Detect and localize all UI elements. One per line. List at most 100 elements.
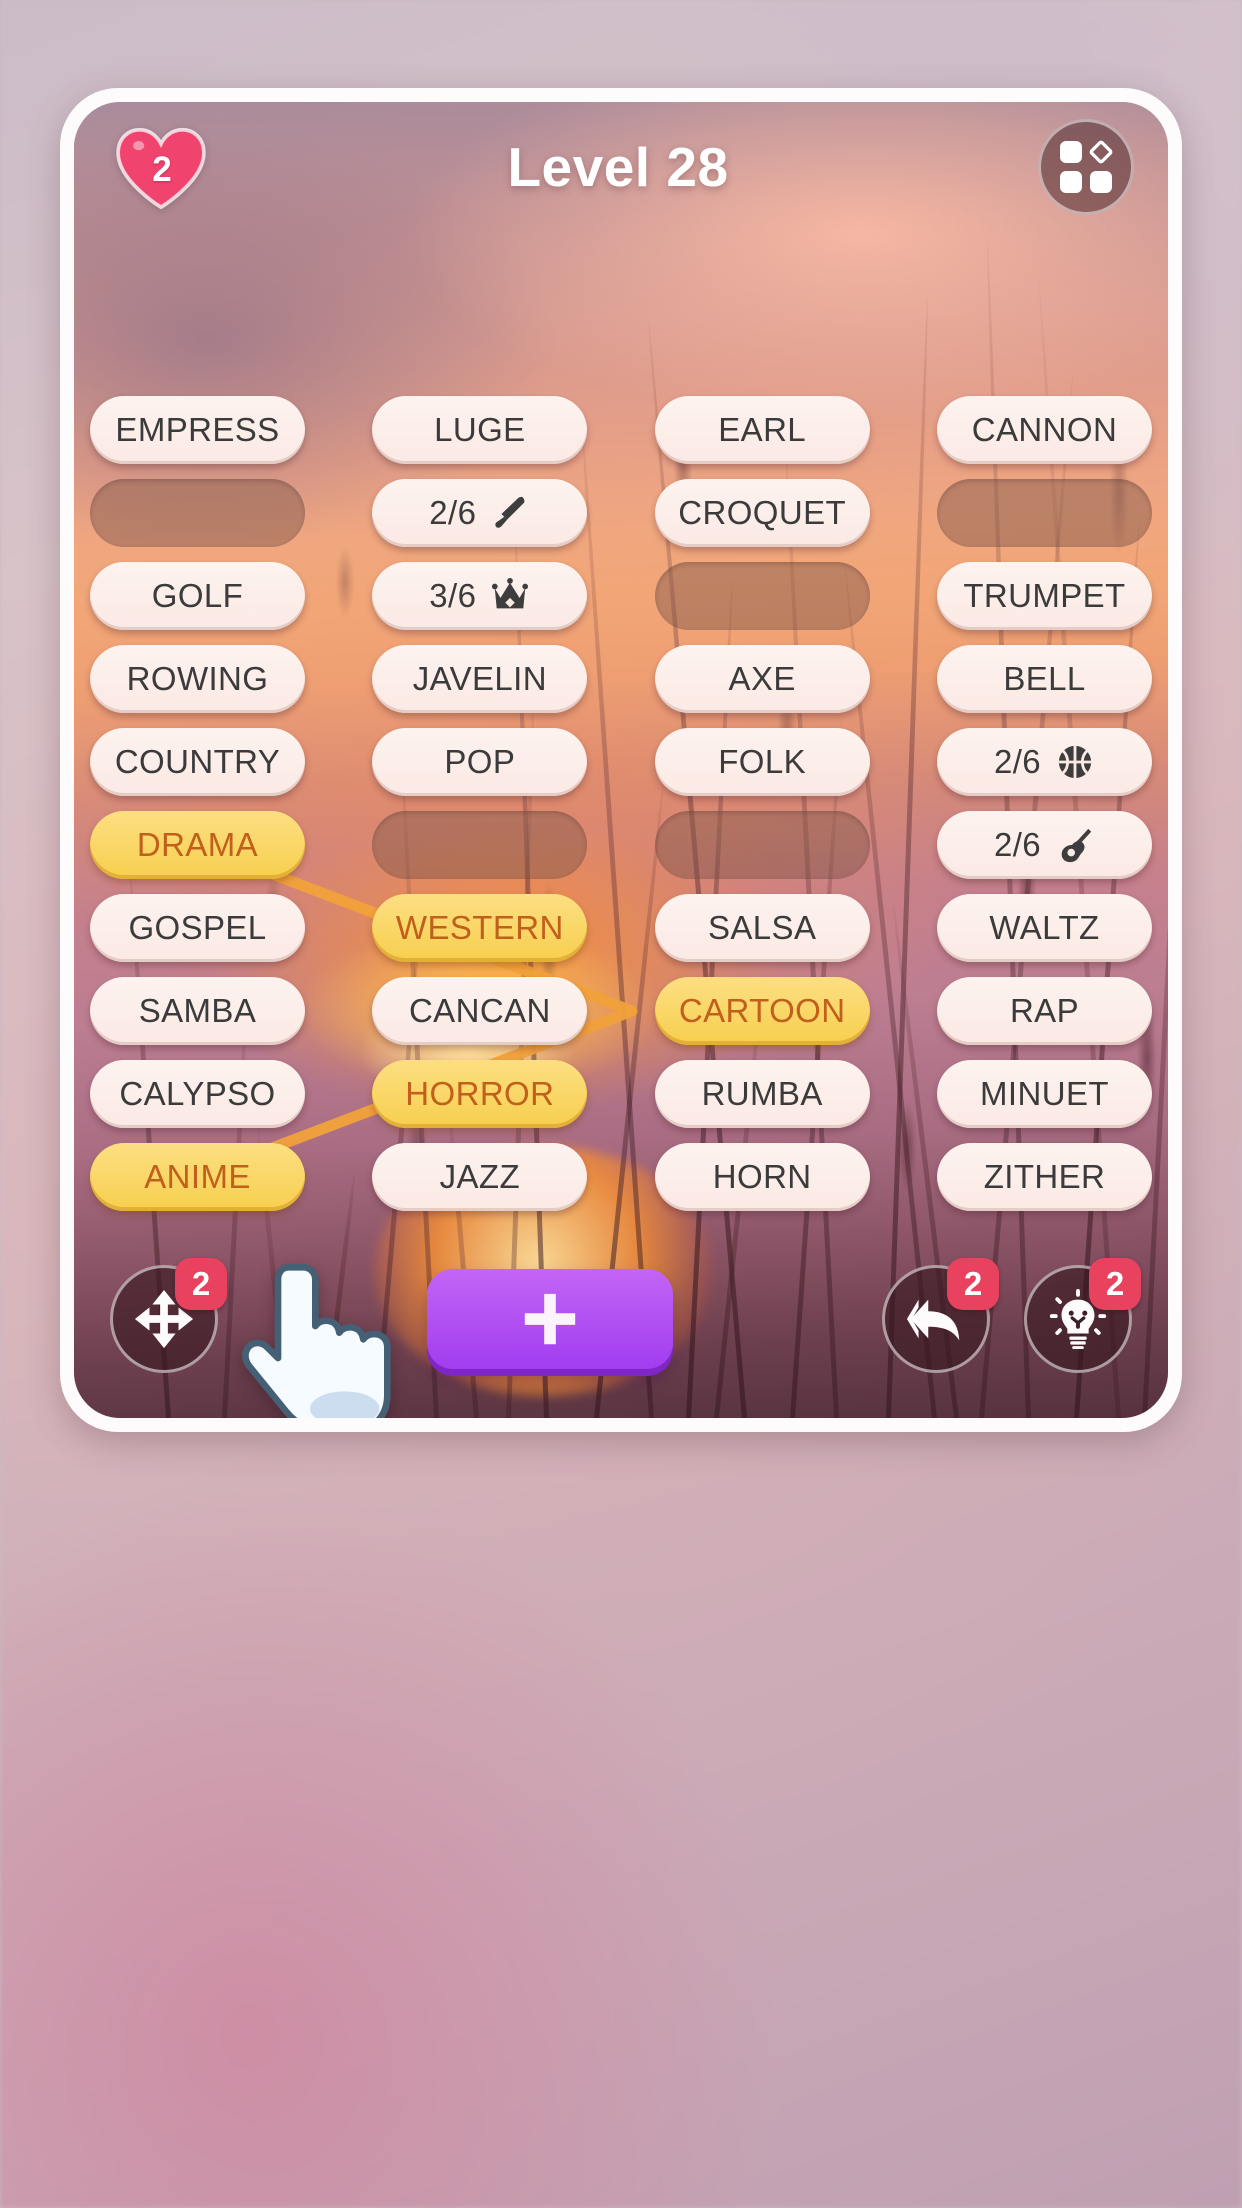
tile-label: WALTZ [989,909,1099,947]
hearts-counter[interactable]: 2 [108,121,216,213]
header-bar: 2 Level 28 [74,102,1168,232]
game-screen: 2 Level 28 EMPRESS LUGE EARL CANNON 2/6 CROQU… [74,102,1168,1418]
tile-label: WESTERN [396,909,564,947]
phone-frame: 2 Level 28 EMPRESS LUGE EARL CANNON 2/6 CROQU… [60,88,1182,1432]
hint-button[interactable]: 2 [1024,1265,1132,1373]
word-tile[interactable]: WALTZ [937,894,1152,962]
plus-icon [519,1288,581,1350]
word-tile[interactable]: GOLF [90,562,305,630]
tile-label: CARTOON [679,992,846,1030]
tile-label: EMPRESS [115,411,279,449]
tile-label: JAVELIN [413,660,547,698]
tile-label: RUMBA [702,1075,823,1113]
tile-label: CANCAN [409,992,551,1030]
hearts-count-label: 2 [152,150,171,190]
progress-count-label: 3/6 [429,577,476,615]
word-tile[interactable]: GOSPEL [90,894,305,962]
empty-slot-tile [372,811,587,879]
word-tile[interactable]: COUNTRY [90,728,305,796]
word-tile[interactable]: SAMBA [90,977,305,1045]
tile-row: 2/6 CROQUET [82,479,1160,547]
shuffle-badge: 2 [175,1258,227,1310]
toolbar-right-group: 2 2 [882,1265,1132,1373]
progress-count-label: 2/6 [994,743,1041,781]
word-tile[interactable]: WESTERN [372,894,587,962]
progress-tile[interactable]: 3/6 [372,562,587,630]
undo-button[interactable]: 2 [882,1265,990,1373]
word-tile[interactable]: EMPRESS [90,396,305,464]
word-tile[interactable]: TRUMPET [937,562,1152,630]
word-tile[interactable]: AXE [655,645,870,713]
word-tile[interactable]: HORROR [372,1060,587,1128]
word-tile[interactable]: JAVELIN [372,645,587,713]
word-tile[interactable]: MINUET [937,1060,1152,1128]
tile-row: DRAMA 2/6 [82,811,1160,879]
word-tile[interactable]: BELL [937,645,1152,713]
word-tile[interactable]: CROQUET [655,479,870,547]
empty-slot-tile [90,479,305,547]
tile-label: JAZZ [440,1158,520,1196]
menu-button[interactable] [1038,119,1134,215]
tile-label: RAP [1010,992,1079,1030]
undo-badge: 2 [947,1258,999,1310]
tile-label: AXE [729,660,796,698]
word-tile[interactable]: POP [372,728,587,796]
progress-tile[interactable]: 2/6 [937,811,1152,879]
tile-row: COUNTRY POP FOLK 2/6 [82,728,1160,796]
tile-label: MINUET [980,1075,1109,1113]
tile-label: CALYPSO [119,1075,275,1113]
tile-label: SAMBA [139,992,257,1030]
word-tile[interactable]: ANIME [90,1143,305,1211]
word-tile[interactable]: CARTOON [655,977,870,1045]
tile-label: HORROR [405,1075,554,1113]
word-tile-board: EMPRESS LUGE EARL CANNON 2/6 CROQUET GOLF 3/6 TR… [74,396,1168,1226]
word-tile[interactable]: ZITHER [937,1143,1152,1211]
word-tile[interactable]: DRAMA [90,811,305,879]
tile-label: LUGE [434,411,525,449]
word-tile[interactable]: FOLK [655,728,870,796]
word-tile[interactable]: ROWING [90,645,305,713]
tile-row: ANIME JAZZ HORN ZITHER [82,1143,1160,1211]
empty-slot-tile [655,562,870,630]
tile-label: DRAMA [137,826,258,864]
tile-label: GOLF [152,577,243,615]
shuffle-button[interactable]: 2 [110,1265,218,1373]
word-tile[interactable]: LUGE [372,396,587,464]
progress-tile[interactable]: 2/6 [937,728,1152,796]
tile-row: CALYPSO HORROR RUMBA MINUET [82,1060,1160,1128]
word-tile[interactable]: SALSA [655,894,870,962]
knife-icon [490,493,530,533]
tile-label: CROQUET [678,494,846,532]
word-tile[interactable]: RUMBA [655,1060,870,1128]
hint-badge: 2 [1089,1258,1141,1310]
progress-tile[interactable]: 2/6 [372,479,587,547]
tile-label: HORN [713,1158,812,1196]
tile-row: SAMBA CANCAN CARTOON RAP [82,977,1160,1045]
crown-icon [490,576,530,616]
word-tile[interactable]: HORN [655,1143,870,1211]
empty-slot-tile [655,811,870,879]
grid-menu-icon [1060,141,1112,193]
word-tile[interactable]: CALYPSO [90,1060,305,1128]
tile-label: SALSA [708,909,816,947]
tile-label: ROWING [127,660,269,698]
tile-label: COUNTRY [115,743,280,781]
bottom-toolbar: 2 2 2 [74,1244,1168,1394]
tile-row: GOSPEL WESTERN SALSA WALTZ [82,894,1160,962]
add-button[interactable] [427,1269,673,1369]
tile-row: EMPRESS LUGE EARL CANNON [82,396,1160,464]
progress-count-label: 2/6 [429,494,476,532]
tile-label: BELL [1003,660,1085,698]
page-title: Level 28 [198,135,1038,199]
tile-label: GOSPEL [128,909,266,947]
word-tile[interactable]: RAP [937,977,1152,1045]
tile-label: ANIME [144,1158,251,1196]
word-tile[interactable]: CANNON [937,396,1152,464]
tile-label: FOLK [718,743,806,781]
word-tile[interactable]: CANCAN [372,977,587,1045]
progress-count-label: 2/6 [994,826,1041,864]
word-tile[interactable]: JAZZ [372,1143,587,1211]
tile-label: CANNON [972,411,1117,449]
word-tile[interactable]: EARL [655,396,870,464]
guitar-icon [1055,825,1095,865]
